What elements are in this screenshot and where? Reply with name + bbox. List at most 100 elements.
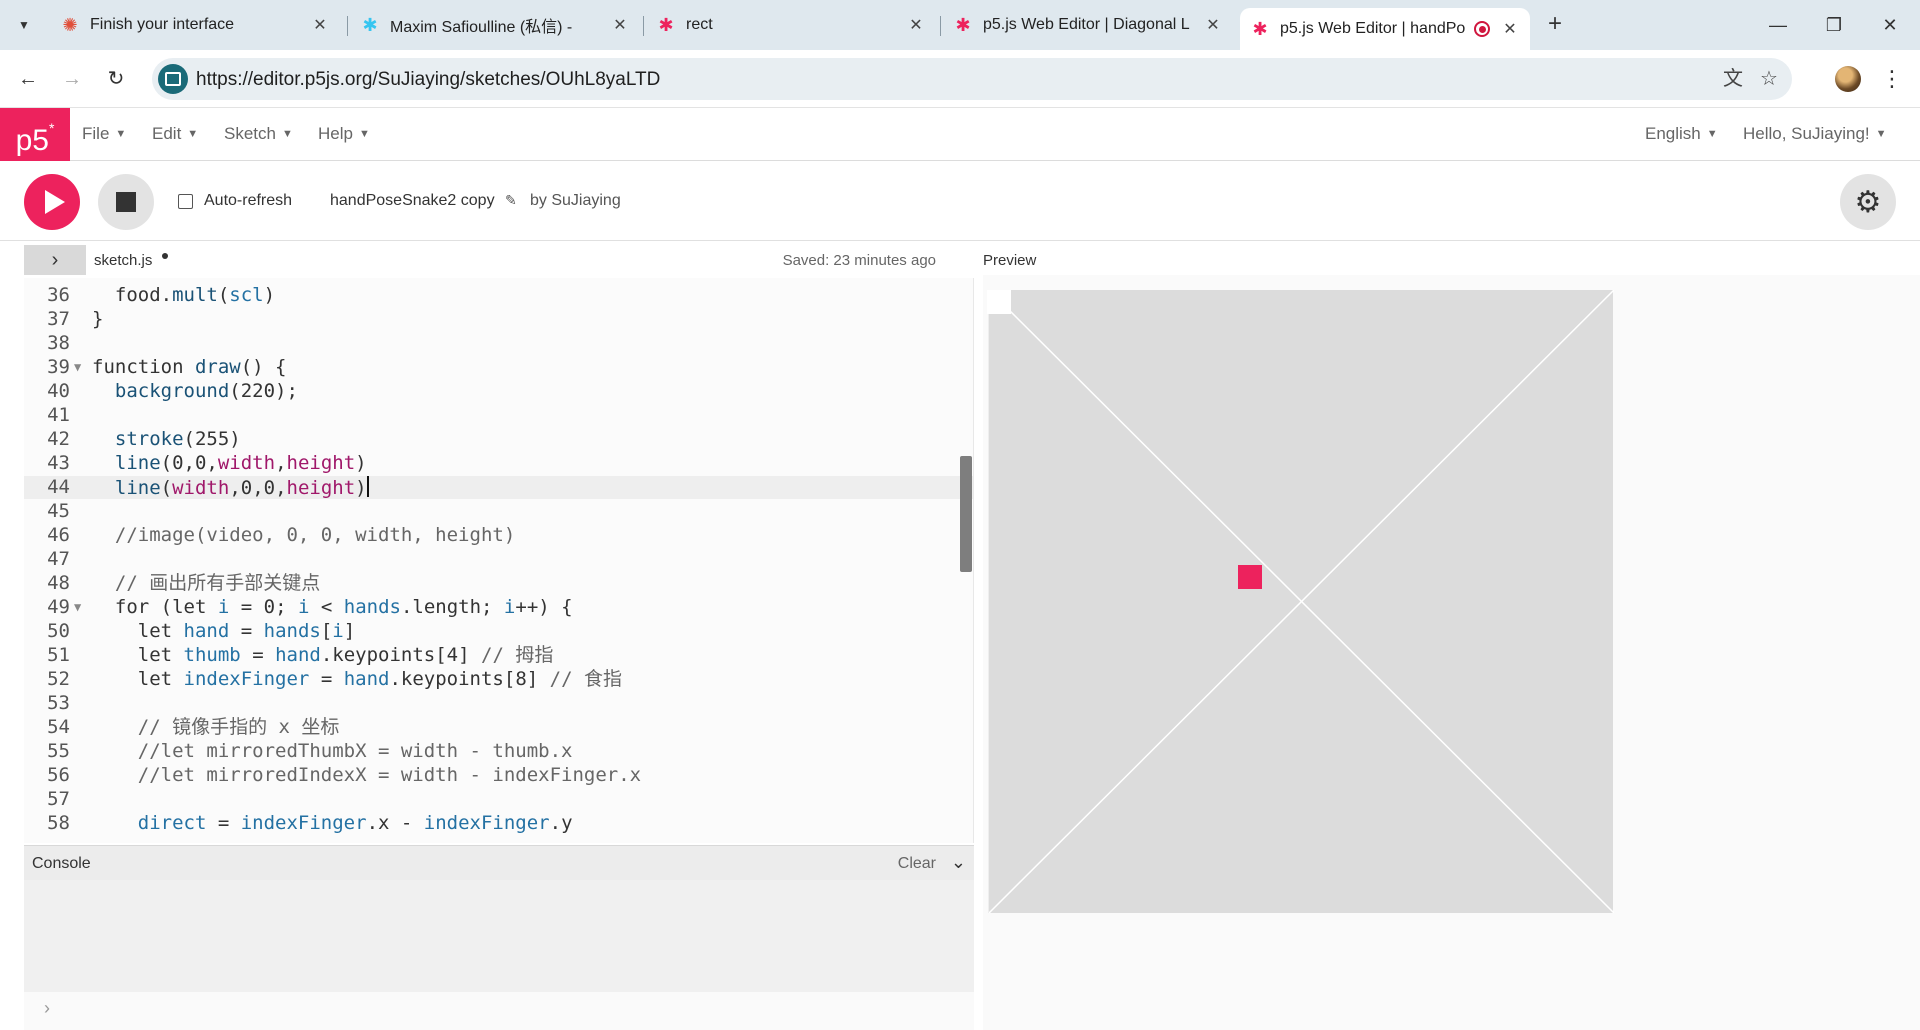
close-window-button[interactable]: ✕ — [1870, 8, 1910, 42]
tab-separator — [347, 16, 348, 36]
code-line[interactable]: 48 // 画出所有手部关键点 — [24, 572, 973, 595]
food-square — [1238, 565, 1262, 589]
code-line[interactable]: 38 — [24, 332, 973, 355]
code-text: direct = indexFinger.x - indexFinger.y — [137, 812, 573, 834]
reload-button[interactable]: ↻ — [100, 63, 132, 95]
code-line[interactable]: 57 — [24, 788, 973, 811]
caret-down-icon: ▼ — [281, 128, 293, 140]
forward-button[interactable]: → — [56, 63, 88, 95]
line-number: 57 — [47, 788, 70, 810]
language-menu[interactable]: English ▼ — [1645, 124, 1718, 144]
line-number: 49 — [47, 596, 70, 618]
minimize-button[interactable]: — — [1758, 8, 1798, 42]
editor-scrollbar[interactable] — [960, 456, 972, 572]
browser-tab-active[interactable]: ✱ p5.js Web Editor | handPo ✕ — [1240, 8, 1530, 50]
line-number: 48 — [47, 572, 70, 594]
editor-header: › sketch.js Saved: 23 minutes ago — [24, 245, 974, 275]
code-line[interactable]: 39 ▼ function draw() { — [24, 356, 973, 379]
fold-arrow-icon[interactable]: ▼ — [74, 356, 81, 379]
canvas-lines — [989, 290, 1614, 913]
browser-tab-1[interactable]: ✺ Finish your interface ✕ — [50, 8, 340, 42]
auto-refresh-checkbox[interactable] — [178, 193, 193, 209]
code-line[interactable]: 40 background(220); — [24, 380, 973, 403]
profile-avatar[interactable] — [1835, 66, 1861, 92]
fold-arrow-icon[interactable]: ▼ — [74, 596, 81, 619]
figma-icon: ✺ — [62, 14, 78, 35]
auto-refresh-toggle[interactable]: Auto-refresh — [178, 192, 292, 210]
line-number: 38 — [47, 332, 70, 354]
sidebar-toggle-button[interactable]: › — [24, 245, 86, 275]
code-line[interactable]: 55 //let mirroredThumbX = width - thumb.… — [24, 740, 973, 763]
code-line[interactable]: 44 line(width,0,0,height) — [24, 476, 973, 499]
play-button[interactable] — [24, 174, 80, 230]
menu-label: Edit — [152, 124, 182, 143]
tab-separator — [643, 16, 644, 36]
bookmark-star-icon[interactable]: ☆ — [1756, 66, 1782, 92]
code-line[interactable]: 50 let hand = hands[i] — [24, 620, 973, 643]
code-line[interactable]: 51 let thumb = hand.keypoints[4] // 拇指 — [24, 644, 973, 667]
sketch-canvas[interactable] — [988, 290, 1614, 913]
file-tab[interactable]: sketch.js — [94, 252, 152, 269]
site-info-icon[interactable] — [158, 64, 188, 94]
browser-tab-3[interactable]: ✱ rect ✕ — [646, 8, 936, 42]
close-icon[interactable]: ✕ — [310, 15, 330, 35]
close-icon[interactable]: ✕ — [1500, 19, 1520, 39]
arrow-right-icon: → — [62, 68, 82, 90]
tab-search-button[interactable]: ▼ — [8, 10, 40, 40]
menu-file[interactable]: File ▼ — [82, 124, 126, 144]
back-button[interactable]: ← — [12, 63, 44, 95]
code-text: // 镜像手指的 x 坐标 — [137, 716, 340, 738]
menu-help[interactable]: Help ▼ — [318, 124, 370, 144]
stop-button[interactable] — [98, 174, 154, 230]
code-line[interactable]: 58 direct = indexFinger.x - indexFinger.… — [24, 812, 973, 835]
code-line[interactable]: 47 — [24, 548, 973, 571]
line-number: 43 — [47, 452, 70, 474]
close-icon[interactable]: ✕ — [1203, 15, 1223, 35]
address-bar[interactable]: https://editor.p5js.org/SuJiaying/sketch… — [152, 58, 1792, 100]
pencil-icon[interactable]: ✎ — [505, 192, 517, 209]
translate-icon[interactable]: 文 — [1720, 66, 1746, 92]
caret-down-icon: ▼ — [1706, 128, 1718, 140]
console-title: Console — [32, 855, 91, 872]
code-line[interactable]: 41 — [24, 404, 973, 427]
browser-tab-strip: ▼ ✺ Finish your interface ✕ ✱ Maxim Safi… — [0, 0, 1920, 50]
code-line[interactable]: 36 food.mult(scl) — [24, 284, 973, 307]
code-line[interactable]: 46 //image(video, 0, 0, width, height) — [24, 524, 973, 547]
code-line[interactable]: 49 ▼ for (let i = 0; i < hands.length; i+… — [24, 596, 973, 619]
browser-tab-2[interactable]: ✱ Maxim Safioulline (私信) - ✕ — [350, 8, 640, 42]
url-text[interactable]: https://editor.p5js.org/SuJiaying/sketch… — [196, 69, 660, 91]
close-icon[interactable]: ✕ — [610, 15, 630, 35]
code-line[interactable]: 53 — [24, 692, 973, 715]
code-line[interactable]: 54 // 镜像手指的 x 坐标 — [24, 716, 973, 739]
line-number: 52 — [47, 668, 70, 690]
browser-menu-icon[interactable]: ⋮ — [1880, 63, 1904, 95]
line-number: 39 — [47, 356, 70, 378]
code-text: let indexFinger = hand.keypoints[8] // 食… — [137, 668, 622, 690]
code-line[interactable]: 56 //let mirroredIndexX = width - indexF… — [24, 764, 973, 787]
code-line[interactable]: 37} — [24, 308, 973, 331]
code-text: //let mirroredIndexX = width - indexFing… — [137, 764, 642, 786]
line-number: 37 — [47, 308, 70, 330]
code-line[interactable]: 43 line(0,0,width,height) — [24, 452, 973, 475]
code-line[interactable]: 52 let indexFinger = hand.keypoints[8] /… — [24, 668, 973, 691]
p5-logo[interactable]: p5* — [0, 108, 70, 161]
code-editor[interactable]: 36 food.mult(scl) 37} 38 39 ▼ function draw()… — [24, 278, 974, 843]
user-menu[interactable]: Hello, SuJiaying! ▼ — [1743, 124, 1887, 144]
restore-button[interactable]: ❐ — [1814, 8, 1854, 42]
menu-sketch[interactable]: Sketch ▼ — [224, 124, 293, 144]
close-icon[interactable]: ✕ — [906, 15, 926, 35]
code-line[interactable]: 45 — [24, 500, 973, 523]
console-input[interactable]: › — [24, 992, 974, 1030]
console-clear-button[interactable]: Clear — [898, 855, 936, 873]
line-number: 47 — [47, 548, 70, 570]
new-tab-button[interactable]: + — [1540, 10, 1570, 40]
settings-button[interactable]: ⚙ — [1840, 174, 1896, 230]
tab-title: rect — [686, 16, 713, 33]
browser-tab-4[interactable]: ✱ p5.js Web Editor | Diagonal L ✕ — [943, 8, 1233, 42]
line-number: 51 — [47, 644, 70, 666]
chevron-down-icon[interactable]: ⌄ — [951, 852, 966, 873]
sketch-name[interactable]: handPoseSnake2 copy — [330, 192, 495, 210]
code-line[interactable]: 42 stroke(255) — [24, 428, 973, 451]
menu-edit[interactable]: Edit ▼ — [152, 124, 198, 144]
code-text: stroke(255) — [114, 428, 241, 450]
